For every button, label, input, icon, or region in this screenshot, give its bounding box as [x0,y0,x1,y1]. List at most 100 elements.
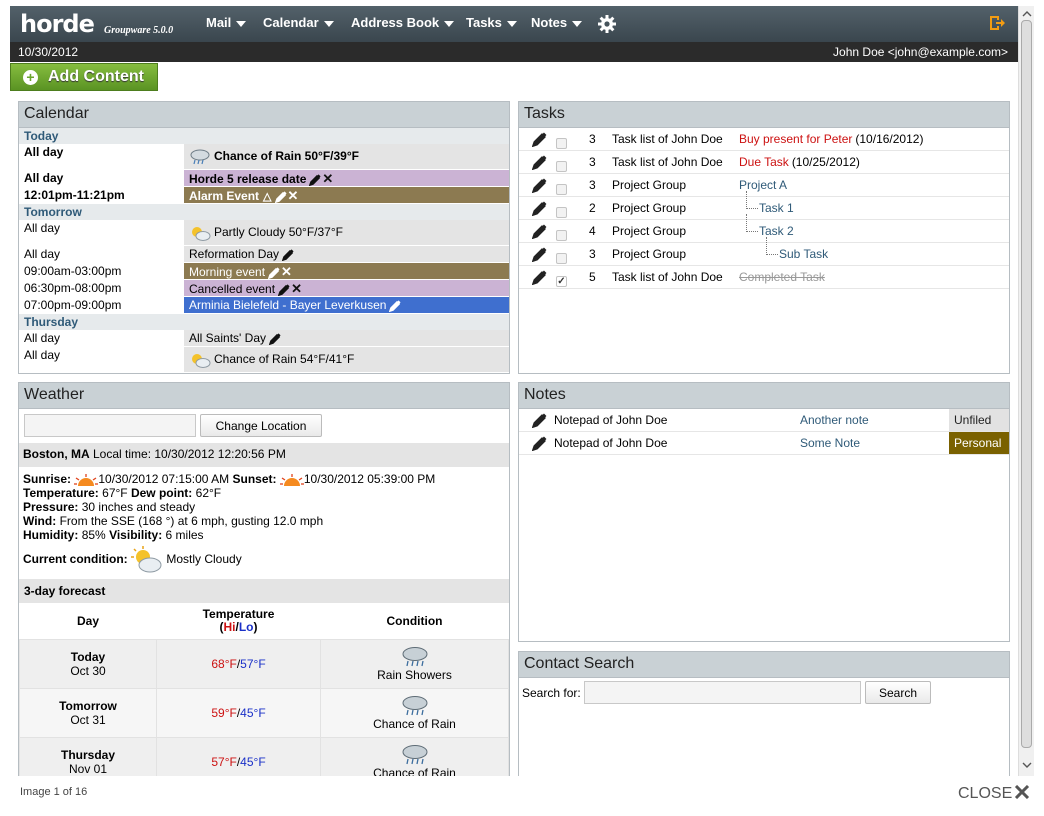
weather-panel: Weather Change Location Boston, MA Local… [18,382,510,776]
calendar-panel: Calendar Today All day Chance of Rain 50°F… [18,101,510,374]
calendar-event-row[interactable]: All day Partly Cloudy 50°F/37°F [19,220,509,246]
menu-notes[interactable]: Notes [531,15,583,30]
checkbox-box [556,253,567,264]
edit-icon[interactable] [278,284,290,296]
scrollbar-thumb[interactable] [1021,20,1032,748]
edit-icon[interactable] [532,413,547,428]
task-name[interactable]: Task 1 [759,201,794,215]
task-due-date: (10/16/2012) [855,132,924,146]
task-name[interactable]: Completed Task [739,270,825,284]
event-title-cell[interactable]: Arminia Bielefeld - Bayer Leverkusen [184,297,509,313]
delete-icon[interactable]: ✕ [322,171,333,186]
task-row[interactable]: 3 Project Group Project A [519,174,1009,197]
tree-connector [766,237,778,255]
delete-icon[interactable]: ✕ [291,281,302,296]
calendar-event-row[interactable]: 12:01pm-11:21pm Alarm Event △ ✕ [19,187,509,204]
calendar-event-row[interactable]: All day Reformation Day [19,246,509,263]
event-title-cell[interactable]: All Saints' Day [184,330,509,346]
task-name[interactable]: Sub Task [779,247,828,261]
edit-icon[interactable] [532,155,547,170]
note-title[interactable]: Another note [800,413,869,427]
edit-icon[interactable] [532,224,547,239]
note-title[interactable]: Some Note [800,436,860,450]
event-title-cell[interactable]: Horde 5 release date ✕ [184,170,509,186]
calendar-title: Calendar [19,102,509,128]
edit-icon[interactable] [389,300,402,312]
delete-icon[interactable]: ✕ [281,264,292,279]
edit-icon[interactable] [532,436,547,451]
calendar-event-row[interactable]: All day Chance of Rain 54°F/41°F [19,347,509,373]
humidity-label: Humidity: [23,528,79,542]
gear-icon[interactable] [597,14,617,34]
logout-icon[interactable] [988,14,1006,32]
menu-mail[interactable]: Mail [206,15,247,30]
task-row[interactable]: 3 Project Group Sub Task [519,237,1009,266]
task-row[interactable]: ✓ 5 Task list of John Doe Completed Task [519,266,1009,289]
event-title-cell[interactable]: Chance of Rain 50°F/39°F [184,144,509,169]
forecast-day-cell: Thursday Nov 01 [19,736,157,776]
calendar-event-row[interactable]: All day All Saints' Day [19,330,509,347]
forecast-condition-cell: Chance of Rain [320,736,509,776]
note-row[interactable]: Notepad of John Doe Some Note Personal [519,432,1009,455]
task-row[interactable]: 4 Project Group Task 2 [519,214,1009,243]
event-title-cell[interactable]: Chance of Rain 54°F/41°F [184,347,509,372]
scroll-down-icon[interactable] [1020,760,1034,770]
top-menu-bar: horde Groupware 5.0.0 Mail Calendar Addr… [10,6,1018,42]
edit-icon[interactable] [532,270,547,285]
add-content-button[interactable]: + Add Content [10,63,158,91]
horde-logo[interactable]: horde [20,10,95,38]
humidity-value: 85% [81,528,106,542]
event-title-cell[interactable]: Alarm Event △ ✕ [184,187,509,203]
location-name: Boston, MA [23,447,90,461]
edit-icon[interactable] [282,249,294,261]
task-row[interactable]: 3 Task list of John Doe Due Task (10/25/201… [519,151,1009,174]
edit-icon[interactable] [532,247,547,262]
edit-icon[interactable] [268,267,280,279]
viewer-footer [0,776,1044,816]
notepad-name: Notepad of John Doe [554,436,668,450]
close-icon [1015,784,1030,800]
delete-icon[interactable]: ✕ [288,188,299,203]
forecast-temp-cell: 68°F/57°F [156,638,321,689]
event-title-cell[interactable]: Reformation Day [184,246,509,262]
calendar-event-row[interactable]: 06:30pm-08:00pm Cancelled event ✕ [19,280,509,297]
calendar-event-row[interactable]: All day Chance of Rain 50°F/39°F [19,144,509,170]
calendar-body: Today All day Chance of Rain 50°F/39°F All … [19,128,509,373]
user-identity[interactable]: John Doe <john@example.com> [833,45,1008,59]
calendar-event-row[interactable]: 07:00pm-09:00pm Arminia Bielefeld - Bayer… [19,297,509,314]
note-row[interactable]: Notepad of John Doe Another note Unfiled [519,409,1009,432]
edit-icon[interactable] [532,201,547,216]
calendar-event-row[interactable]: 09:00am-03:00pm Morning event ✕ [19,263,509,280]
task-name[interactable]: Project A [739,178,787,192]
pressure-value: 30 inches and steady [81,500,196,514]
task-name[interactable]: Buy present for Peter (10/16/2012) [739,132,923,146]
task-name[interactable]: Due Task (10/25/2012) [739,155,860,169]
edit-icon[interactable] [269,333,281,345]
task-row[interactable]: 2 Project Group Task 1 [519,191,1009,220]
edit-icon[interactable] [309,174,321,186]
contact-search-input[interactable] [584,681,861,704]
location-input[interactable] [24,414,196,437]
event-title-cell[interactable]: Morning event ✕ [184,263,509,279]
close-button[interactable]: CLOSE [958,784,1030,803]
task-row[interactable]: 3 Task list of John Doe Buy present for Pe… [519,128,1009,151]
menu-address-book[interactable]: Address Book [351,15,455,30]
forecast-paren-close: ) [253,619,258,634]
scroll-up-icon[interactable] [1020,9,1034,19]
edit-icon[interactable] [532,132,547,147]
event-title-cell[interactable]: Partly Cloudy 50°F/37°F [184,220,509,245]
chevron-down-icon [444,20,455,27]
contact-search-button[interactable]: Search [865,681,931,704]
event-title: Morning event [189,265,266,279]
calendar-event-row[interactable]: All day Horde 5 release date ✕ [19,170,509,187]
menu-tasks[interactable]: Tasks [466,15,517,30]
calendar-day-heading: Thursday [19,314,509,330]
task-name[interactable]: Task 2 [759,224,794,238]
edit-icon[interactable] [532,178,547,193]
change-location-button[interactable]: Change Location [200,414,322,437]
event-title-cell[interactable]: Cancelled event ✕ [184,280,509,296]
menu-calendar[interactable]: Calendar [263,15,334,30]
edit-icon[interactable] [274,191,287,203]
event-title: Chance of Rain 50°F/39°F [214,149,359,164]
rain-cloud-icon [190,149,210,165]
